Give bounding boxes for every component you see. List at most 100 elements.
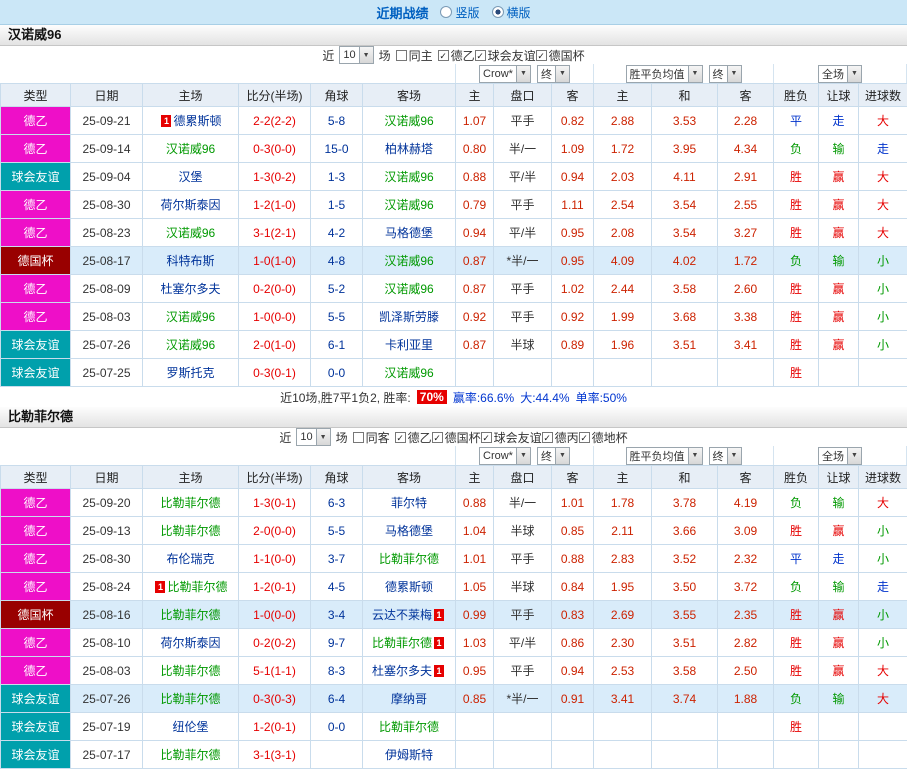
- league-filter[interactable]: ✓德丙: [542, 429, 579, 446]
- euro-draw-odds: 3.50: [652, 573, 718, 601]
- away-team-cell: 马格德堡: [363, 219, 456, 247]
- team-link[interactable]: 汉诺威96: [384, 282, 433, 296]
- league-filter-label: 德国杯: [549, 47, 585, 64]
- team-link[interactable]: 汉诺威96: [384, 198, 433, 212]
- team-link[interactable]: 比勒菲尔德: [160, 524, 220, 538]
- team-link[interactable]: 汉诺威96: [384, 366, 433, 380]
- handicap-result-cell: 赢: [819, 219, 859, 247]
- league-filter[interactable]: ✓德地杯: [579, 429, 628, 446]
- team-link[interactable]: 科特布斯: [166, 254, 214, 268]
- asian-home-odds: 0.87: [456, 331, 494, 359]
- team-link[interactable]: 马格德堡: [385, 226, 433, 240]
- team-link[interactable]: 荷尔斯泰因: [160, 636, 220, 650]
- team-link[interactable]: 纽伦堡: [172, 720, 208, 734]
- team-link[interactable]: 布伦瑞克: [166, 552, 214, 566]
- team-link[interactable]: 汉诺威96: [166, 226, 215, 240]
- asian-handicap: [494, 713, 552, 741]
- team-link[interactable]: 柏林赫塔: [385, 142, 433, 156]
- team-link[interactable]: 荷尔斯泰因: [160, 198, 220, 212]
- team-link[interactable]: 汉诺威96: [384, 114, 433, 128]
- team-link[interactable]: 比勒菲尔德: [160, 664, 220, 678]
- team-link[interactable]: 比勒菲尔德: [372, 636, 432, 650]
- rows-count-select[interactable]: 10 ▼: [339, 46, 373, 64]
- near-label: 近: [279, 429, 291, 446]
- chevron-down-icon: ▼: [688, 66, 702, 82]
- radio-horizontal[interactable]: 横版: [492, 4, 531, 21]
- match-row: 德乙25-09-211德累斯顿2-2(2-2)5-8汉诺威961.07平手0.8…: [1, 107, 907, 135]
- match-result-cell: 胜: [774, 331, 819, 359]
- euro-home-odds: 1.95: [594, 573, 652, 601]
- team-link[interactable]: 云达不莱梅: [372, 608, 432, 622]
- team-link[interactable]: 伊姆斯特: [385, 748, 433, 762]
- final-select[interactable]: 终 ▼: [537, 65, 570, 83]
- same-venue-filter[interactable]: 同客: [353, 429, 390, 446]
- corner-cell: 4-2: [311, 219, 363, 247]
- radio-vertical[interactable]: 竖版: [440, 4, 479, 21]
- team-link[interactable]: 汉诺威96: [166, 142, 215, 156]
- league-filter[interactable]: ✓德乙: [438, 47, 475, 64]
- team-link[interactable]: 杜塞尔多夫: [372, 664, 432, 678]
- bookmaker-select[interactable]: Crow* ▼: [479, 447, 531, 465]
- score-cell: 1-2(1-0): [239, 191, 311, 219]
- away-team-cell: 伊姆斯特: [363, 741, 456, 769]
- league-type-cell: 德乙: [1, 191, 71, 219]
- rows-count-select[interactable]: 10 ▼: [296, 428, 330, 446]
- team-link[interactable]: 卡利亚里: [385, 338, 433, 352]
- avg-select[interactable]: 胜平负均值 ▼: [626, 447, 703, 465]
- match-row: 德乙25-08-10荷尔斯泰因0-2(0-2)9-7比勒菲尔德11.03平/半0…: [1, 629, 907, 657]
- filter-row: 近 10 ▼ 场 同主 ✓德乙✓球会友谊✓德国杯: [0, 46, 907, 64]
- bookmaker-select[interactable]: Crow* ▼: [479, 65, 531, 83]
- team-link[interactable]: 比勒菲尔德: [160, 748, 220, 762]
- asian-home-odds: 1.04: [456, 517, 494, 545]
- final-select-2[interactable]: 终 ▼: [709, 65, 742, 83]
- league-filter[interactable]: ✓德国杯: [536, 47, 585, 64]
- league-filter[interactable]: ✓德乙: [395, 429, 432, 446]
- team-link[interactable]: 德累斯顿: [173, 114, 221, 128]
- asian-away-odds: [552, 359, 594, 387]
- home-team-cell: 比勒菲尔德: [143, 741, 239, 769]
- asian-home-odds: 0.88: [456, 489, 494, 517]
- team-link[interactable]: 汉诺威96: [166, 338, 215, 352]
- final-select-2[interactable]: 终 ▼: [709, 447, 742, 465]
- same-venue-filter[interactable]: 同主: [396, 47, 433, 64]
- scope-select[interactable]: 全场 ▼: [818, 65, 862, 83]
- match-result-cell: 负: [774, 489, 819, 517]
- team-link[interactable]: 汉诺威96: [166, 310, 215, 324]
- chevron-down-icon: ▼: [555, 448, 569, 464]
- team-link[interactable]: 比勒菲尔德: [379, 720, 439, 734]
- same-venue-label: 同主: [409, 47, 433, 64]
- scope-select[interactable]: 全场 ▼: [818, 447, 862, 465]
- team-link[interactable]: 比勒菲尔德: [160, 496, 220, 510]
- team-link[interactable]: 比勒菲尔德: [160, 608, 220, 622]
- match-row: 德乙25-08-30布伦瑞克1-1(0-0)3-7比勒菲尔德1.01平手0.88…: [1, 545, 907, 573]
- date-cell: 25-08-24: [71, 573, 143, 601]
- team-link[interactable]: 摩纳哥: [391, 692, 427, 706]
- asian-away-odds: 0.91: [552, 685, 594, 713]
- league-filter[interactable]: ✓球会友谊: [475, 47, 536, 64]
- team-link[interactable]: 比勒菲尔德: [167, 580, 227, 594]
- team-link[interactable]: 汉诺威96: [384, 170, 433, 184]
- league-type-cell: 德乙: [1, 489, 71, 517]
- date-cell: 25-09-04: [71, 163, 143, 191]
- team-link[interactable]: 菲尔特: [391, 496, 427, 510]
- column-header: 主: [456, 466, 494, 489]
- league-filter[interactable]: ✓德国杯: [432, 429, 481, 446]
- league-type-cell: 德乙: [1, 219, 71, 247]
- team-link[interactable]: 罗斯托克: [166, 366, 214, 380]
- team-link[interactable]: 德累斯顿: [385, 580, 433, 594]
- team-link[interactable]: 比勒菲尔德: [379, 552, 439, 566]
- league-filter[interactable]: ✓球会友谊: [481, 429, 542, 446]
- league-type-cell: 球会友谊: [1, 685, 71, 713]
- column-header: 客: [552, 466, 594, 489]
- team-link[interactable]: 杜塞尔多夫: [160, 282, 220, 296]
- avg-select[interactable]: 胜平负均值 ▼: [626, 65, 703, 83]
- team-link[interactable]: 凯泽斯劳滕: [379, 310, 439, 324]
- asian-handicap: 半球: [494, 331, 552, 359]
- corner-cell: 6-1: [311, 331, 363, 359]
- team-link[interactable]: 汉诺威96: [384, 254, 433, 268]
- team-link[interactable]: 比勒菲尔德: [160, 692, 220, 706]
- team-link[interactable]: 马格德堡: [385, 524, 433, 538]
- team-link[interactable]: 汉堡: [178, 170, 202, 184]
- final-select[interactable]: 终 ▼: [537, 447, 570, 465]
- league-filters: ✓德乙✓德国杯✓球会友谊✓德丙✓德地杯: [395, 429, 628, 446]
